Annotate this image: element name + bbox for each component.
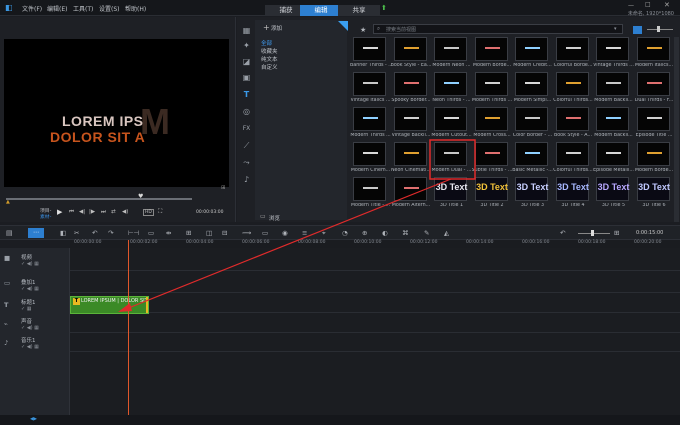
highlight-box [429, 139, 476, 180]
annotation-arrow-head [118, 303, 132, 312]
annotation-arrow-line [125, 178, 452, 310]
annotation-overlay [118, 139, 476, 312]
